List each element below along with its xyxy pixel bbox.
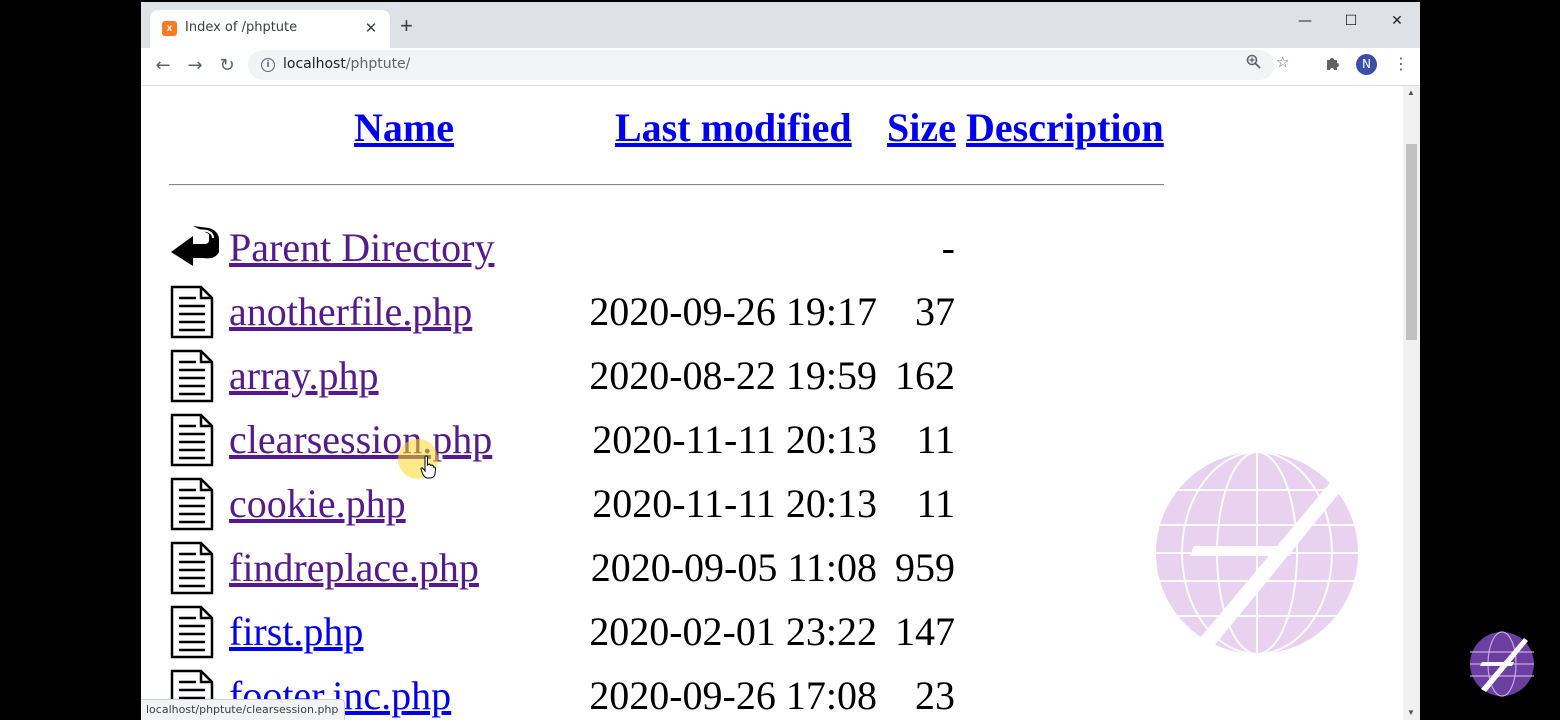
list-item: anotherfile.php 2020-09-26 19:17 37	[141, 284, 1241, 348]
file-modified: 2020-09-26 17:08	[589, 673, 877, 718]
file-size: 147	[895, 609, 955, 654]
scroll-thumb[interactable]	[1406, 144, 1417, 340]
header-description-link[interactable]: Description	[966, 104, 1164, 151]
file-link[interactable]: array.php	[229, 352, 379, 399]
list-item: first.php 2020-02-01 23:22 147	[141, 604, 1241, 668]
file-modified: 2020-08-22 19:59	[589, 353, 877, 398]
list-item-parent: Parent Directory -	[141, 220, 1241, 284]
text-file-icon	[169, 284, 214, 339]
list-item: cookie.php 2020-11-11 20:13 11	[141, 476, 1241, 540]
new-tab-button[interactable]: +	[400, 15, 413, 37]
file-size: 959	[895, 545, 955, 590]
xampp-favicon-icon: x	[162, 21, 177, 36]
file-size: 11	[916, 417, 955, 462]
header-divider	[169, 184, 1164, 186]
file-modified: 2020-02-01 23:22	[589, 609, 877, 654]
file-size: 37	[915, 289, 955, 334]
scroll-down-arrow-icon[interactable]: ▼	[1407, 708, 1415, 717]
tab-close-icon[interactable]: ✕	[362, 19, 380, 37]
address-bar[interactable]: i localhost/phptute/ ☆	[248, 50, 1289, 80]
globe-watermark-logo	[1154, 450, 1360, 661]
hand-cursor-icon	[420, 455, 437, 484]
file-link[interactable]: cookie.php	[229, 480, 406, 527]
minimize-icon[interactable]: —	[1282, 8, 1328, 34]
tab-strip: x Index of /phptute ✕ + — ☐ ✕	[141, 2, 1420, 48]
extensions-puzzle-icon[interactable]	[1325, 55, 1341, 75]
file-size: 11	[916, 481, 955, 526]
menu-kebab-icon[interactable]: ⋮	[1393, 54, 1409, 73]
file-link[interactable]: first.php	[229, 608, 363, 655]
tab-title: Index of /phptute	[185, 20, 298, 35]
maximize-icon[interactable]: ☐	[1328, 8, 1374, 34]
url-path: /phptute/	[345, 56, 411, 72]
vertical-scrollbar[interactable]: ▲ ▼	[1403, 86, 1420, 720]
text-file-icon	[169, 476, 214, 531]
header-size-link[interactable]: Size	[887, 104, 956, 151]
close-window-icon[interactable]: ✕	[1374, 8, 1420, 34]
text-file-icon	[169, 412, 214, 467]
forward-arrow-icon[interactable]: →	[182, 53, 208, 79]
zoom-icon[interactable]	[1246, 54, 1261, 73]
reload-icon[interactable]: ↻	[214, 53, 240, 79]
file-link[interactable]: clearsession.php	[229, 416, 492, 463]
parent-directory-link[interactable]: Parent Directory	[229, 224, 494, 271]
header-name-link[interactable]: Name	[354, 104, 454, 151]
profile-avatar[interactable]: N	[1356, 54, 1377, 75]
status-bubble: localhost/phptute/clearsession.php	[141, 699, 346, 720]
list-item: findreplace.php 2020-09-05 11:08 959	[141, 540, 1241, 604]
text-file-icon	[169, 540, 214, 595]
parent-size: -	[941, 225, 955, 270]
bookmark-star-icon[interactable]: ☆	[1276, 53, 1289, 71]
file-modified: 2020-09-05 11:08	[590, 545, 877, 590]
file-modified: 2020-11-11 20:13	[592, 417, 877, 462]
text-file-icon	[169, 348, 214, 403]
list-item: clearsession.php 2020-11-11 20:13 11	[141, 412, 1241, 476]
file-link[interactable]: findreplace.php	[229, 544, 479, 591]
file-modified: 2020-11-11 20:13	[592, 481, 877, 526]
file-size: 23	[915, 673, 955, 718]
url-text[interactable]: localhost/phptute/	[283, 56, 410, 72]
text-file-icon	[169, 604, 214, 659]
file-link[interactable]: anotherfile.php	[229, 288, 472, 335]
corner-channel-logo	[1468, 630, 1536, 703]
scroll-up-arrow-icon[interactable]: ▲	[1407, 88, 1415, 97]
url-host: localhost	[283, 56, 346, 72]
back-arrow-folder-icon	[169, 222, 219, 276]
tab-index-of-phptute[interactable]: x Index of /phptute ✕	[150, 10, 390, 48]
file-size: 162	[895, 353, 955, 398]
header-last-modified-link[interactable]: Last modified	[615, 104, 852, 151]
back-arrow-icon[interactable]: ←	[150, 53, 176, 79]
site-info-icon[interactable]: i	[261, 58, 275, 72]
list-item: array.php 2020-08-22 19:59 162	[141, 348, 1241, 412]
file-modified: 2020-09-26 19:17	[589, 289, 877, 334]
browser-toolbar: ← → ↻ i localhost/phptute/ ☆ N ⋮	[141, 48, 1420, 86]
